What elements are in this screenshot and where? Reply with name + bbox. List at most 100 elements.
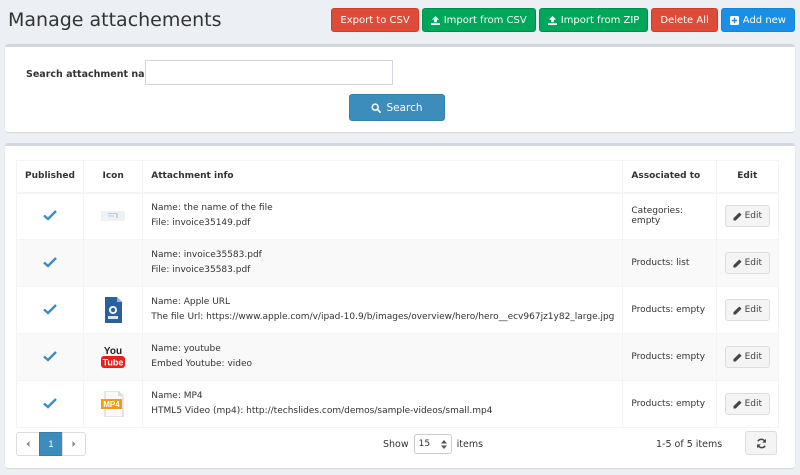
edit-cell: Edit	[715, 333, 780, 381]
page-size-select[interactable]: 15	[413, 434, 452, 454]
published-cell	[16, 333, 84, 381]
page-button-current[interactable]: 1	[39, 432, 63, 456]
search-button[interactable]: Search	[349, 94, 445, 121]
add-new-button[interactable]: Add new	[720, 8, 795, 32]
attachment-name: Name: Apple URL	[151, 297, 231, 307]
table-header-row: Published Icon Attachment info Associate…	[16, 160, 780, 194]
associated-cell: Products: empty	[622, 380, 717, 428]
show-label: Show	[383, 438, 409, 450]
page-size-value: 15	[418, 439, 431, 449]
edit-label: Edit	[744, 399, 762, 409]
icon-cell	[82, 192, 144, 240]
toolbar: Export to CSV Import from CSV Import fro…	[331, 8, 795, 32]
check-icon[interactable]	[43, 209, 57, 221]
edit-label: Edit	[744, 258, 762, 268]
edit-label: Edit	[744, 352, 762, 362]
attachment-info-cell: Name: youtube Embed Youtube: video	[142, 333, 624, 381]
search-input[interactable]	[145, 60, 393, 85]
pencil-icon	[733, 399, 742, 409]
published-cell	[16, 239, 84, 287]
associated-cell: Categories: empty	[622, 192, 717, 240]
edit-cell: Edit	[715, 192, 780, 240]
edit-label: Edit	[744, 305, 762, 315]
attachment-info-cell: Name: Apple URL The file Url: https://ww…	[142, 286, 624, 334]
refresh-button[interactable]	[745, 431, 777, 455]
delete-all-button[interactable]: Delete All	[651, 8, 718, 32]
search-label: Search attachment name	[26, 69, 161, 80]
import-csv-label: Import from CSV	[443, 14, 527, 26]
youtube-tube-text: Tube	[103, 358, 124, 368]
youtube-icon: You Tube	[101, 346, 126, 368]
import-zip-label: Import from ZIP	[560, 14, 640, 26]
header-icon: Icon	[82, 160, 144, 194]
header-associated-to: Associated to	[622, 160, 717, 194]
attachments-panel: Published Icon Attachment info Associate…	[5, 143, 795, 468]
attachment-url: The file Url: https://www.apple.com/v/ip…	[151, 312, 615, 322]
prev-page-button[interactable]	[16, 432, 40, 456]
search-panel: Search attachment name Search	[5, 44, 795, 132]
edit-button[interactable]: Edit	[724, 346, 770, 368]
edit-button[interactable]: Edit	[724, 393, 770, 415]
published-cell	[16, 192, 84, 240]
next-page-button[interactable]	[62, 432, 86, 456]
plus-square-icon	[729, 15, 739, 25]
search-icon	[371, 102, 382, 113]
edit-button[interactable]: Edit	[724, 205, 770, 228]
associated-cell: Products: list	[622, 239, 717, 287]
pagination: 1	[16, 432, 86, 456]
mp4-text: MP4	[103, 400, 120, 409]
upload-icon	[430, 15, 440, 25]
image-file-icon	[105, 297, 123, 323]
check-icon[interactable]	[43, 397, 57, 409]
import-zip-button[interactable]: Import from ZIP	[538, 8, 649, 32]
range-text: 1-5 of 5 items	[656, 439, 723, 450]
attachment-name: Name: the name of the file	[151, 203, 273, 214]
icon-cell: You Tube	[82, 333, 144, 381]
edit-button[interactable]: Edit	[724, 299, 770, 321]
attachment-info-cell: Name: the name of the file File: invoice…	[142, 192, 624, 240]
search-button-label: Search	[386, 101, 423, 114]
attachment-info-cell: Name: MP4 HTML5 Video (mp4): http://tech…	[142, 380, 624, 428]
published-cell	[16, 286, 84, 334]
refresh-icon	[756, 438, 766, 448]
sort-arrows-icon	[440, 439, 447, 449]
file-thumbnail-icon	[101, 211, 126, 222]
edit-cell: Edit	[715, 239, 780, 287]
attachment-video: HTML5 Video (mp4): http://techslides.com…	[151, 406, 493, 416]
page-title: Manage attachements	[8, 9, 222, 31]
icon-cell: MP4	[82, 380, 144, 428]
items-label: items	[456, 438, 484, 450]
table-row: Name: invoice35583.pdf File: invoice3558…	[16, 239, 780, 287]
published-cell	[16, 380, 84, 428]
header-published: Published	[16, 160, 84, 194]
attachment-file: File: invoice35583.pdf	[151, 265, 251, 275]
chevron-right-icon	[72, 441, 76, 447]
add-new-label: Add new	[742, 14, 786, 26]
pencil-icon	[733, 305, 742, 315]
import-csv-button[interactable]: Import from CSV	[421, 8, 536, 32]
icon-cell	[82, 286, 144, 334]
upload-icon	[547, 15, 557, 25]
check-icon[interactable]	[43, 350, 57, 362]
export-csv-button[interactable]: Export to CSV	[331, 8, 419, 32]
edit-label: Edit	[744, 211, 762, 222]
pencil-icon	[733, 352, 742, 362]
pencil-icon	[733, 258, 742, 268]
table-row: MP4 Name: MP4 HTML5 Video (mp4): http://…	[16, 380, 780, 428]
attachment-name: Name: MP4	[151, 391, 203, 401]
attachment-info-cell: Name: invoice35583.pdf File: invoice3558…	[142, 239, 624, 287]
table-row: Name: the name of the file File: invoice…	[16, 192, 780, 240]
check-icon[interactable]	[43, 256, 57, 268]
table-row: You Tube Name: youtube Embed Youtube: vi…	[16, 333, 780, 381]
attachment-file: File: invoice35149.pdf	[151, 218, 251, 229]
attachments-table: Published Icon Attachment info Associate…	[16, 160, 780, 428]
edit-cell: Edit	[715, 380, 780, 428]
mp4-file-icon: MP4	[101, 391, 124, 417]
pencil-icon	[733, 212, 742, 221]
associated-cell: Products: empty	[622, 333, 717, 381]
page-size-control: Show 15 items	[383, 434, 483, 454]
delete-all-label: Delete All	[660, 14, 709, 26]
attachment-embed: Embed Youtube: video	[151, 359, 253, 369]
check-icon[interactable]	[43, 303, 57, 315]
edit-button[interactable]: Edit	[724, 252, 770, 274]
